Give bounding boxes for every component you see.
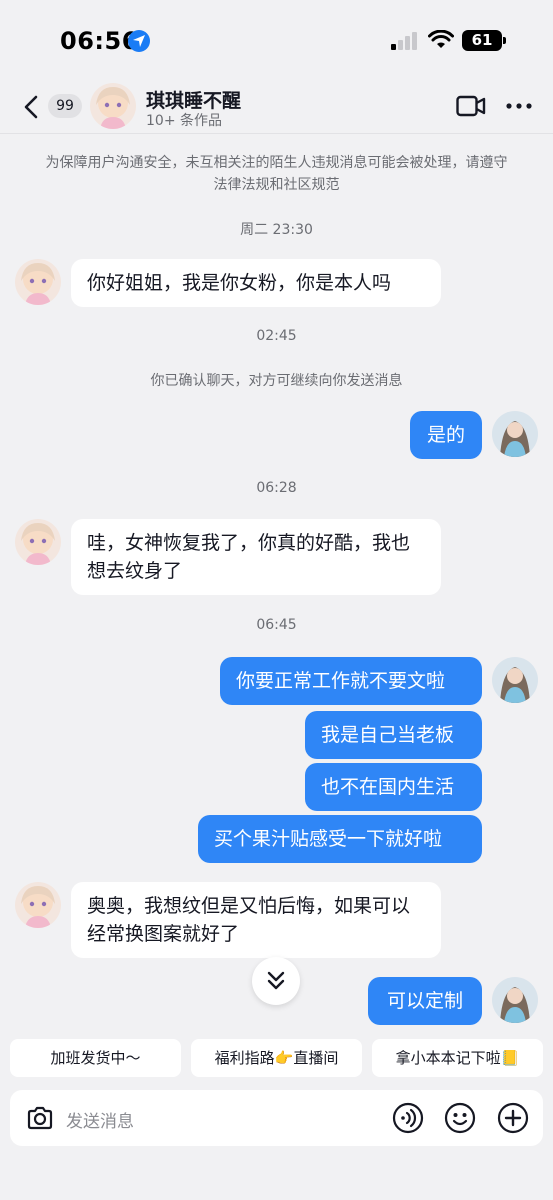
scroll-to-bottom-button[interactable] (252, 957, 300, 1005)
voice-message-icon[interactable] (392, 1102, 424, 1134)
outgoing-message[interactable]: 也不在国内生活 (305, 763, 482, 811)
contact-message-avatar[interactable] (15, 519, 61, 565)
more-options-icon[interactable] (505, 102, 533, 110)
timestamp: 06:28 (256, 480, 297, 496)
contact-message-avatar[interactable] (15, 882, 61, 928)
outgoing-message[interactable]: 是的 (410, 411, 482, 459)
camera-icon[interactable] (24, 1102, 56, 1134)
safety-notice: 为保障用户沟通安全，未互相关注的陌生人违规消息可能会被处理，请遵守法律法规和社区… (45, 155, 508, 193)
timestamp: 06:45 (256, 617, 297, 633)
contact-name: 琪琪睡不醒 (146, 90, 242, 112)
my-avatar[interactable] (492, 657, 538, 703)
battery-indicator: 61 (462, 30, 506, 51)
contact-subtitle[interactable]: 10+ 条作品 (146, 110, 222, 130)
my-avatar[interactable] (492, 977, 538, 1023)
chat-header: 99 琪琪睡不醒 10+ 条作品 (0, 80, 553, 134)
plus-icon[interactable] (497, 1102, 529, 1134)
outgoing-message[interactable]: 可以定制 (368, 977, 482, 1025)
quick-reply-button[interactable]: 加班发货中～ (10, 1039, 181, 1077)
double-chevron-down-icon (267, 971, 285, 990)
message-input-bar: 发送消息 (10, 1090, 543, 1146)
wifi-icon (428, 30, 454, 48)
status-bar: 06:56 61 (0, 0, 553, 80)
quick-reply-button[interactable]: 福利指路👉直播间 (191, 1039, 362, 1077)
incoming-message[interactable]: 奥奥，我想纹但是又怕后悔，如果可以经常换图案就好了 (71, 882, 441, 958)
timestamp: 02:45 (256, 328, 297, 344)
outgoing-message[interactable]: 你要正常工作就不要文啦 (220, 657, 482, 705)
emoji-icon[interactable] (444, 1102, 476, 1134)
quick-reply-button[interactable]: 拿小本本记下啦📒 (372, 1039, 543, 1077)
back-arrow-icon[interactable] (18, 90, 48, 124)
my-avatar[interactable] (492, 411, 538, 457)
incoming-message[interactable]: 哇，女神恢复我了，你真的好酷，我也想去纹身了 (71, 519, 441, 595)
outgoing-message[interactable]: 我是自己当老板 (305, 711, 482, 759)
contact-message-avatar[interactable] (15, 259, 61, 305)
outgoing-message[interactable]: 买个果汁贴感受一下就好啦 (198, 815, 482, 863)
video-call-icon[interactable] (456, 95, 486, 117)
message-input[interactable]: 发送消息 (66, 1107, 134, 1132)
cellular-signal-icon (391, 32, 417, 50)
contact-avatar[interactable] (90, 83, 136, 129)
location-arrow-icon (128, 30, 150, 52)
timestamp: 周二 23:30 (240, 222, 313, 238)
system-message: 你已确认聊天，对方可继续向你发送消息 (150, 373, 403, 389)
incoming-message[interactable]: 你好姐姐，我是你女粉，你是本人吗 (71, 259, 441, 307)
unread-count-badge[interactable]: 99 (48, 94, 82, 118)
